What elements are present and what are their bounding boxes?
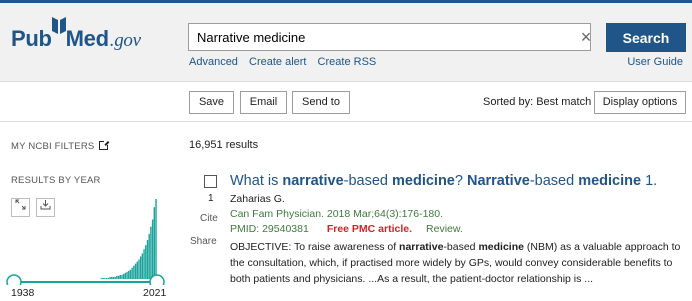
logo-pub-text: Pub (11, 26, 52, 51)
histogram-bar (124, 272, 127, 279)
result-journal: Can Fam Physician. 2018 Mar;64(3):176-18… (230, 208, 444, 220)
email-button[interactable]: Email (240, 91, 287, 114)
snippet-text: OBJECTIVE: To raise awareness of (230, 241, 400, 253)
histogram-bar (138, 259, 140, 279)
logo-med-text: Med (65, 26, 109, 51)
my-ncbi-filters[interactable]: MY NCBI FILTERS (11, 140, 110, 152)
result-snippet: OBJECTIVE: To raise awareness of narrati… (230, 239, 686, 287)
sort-label[interactable]: Sorted by: Best match (483, 96, 591, 108)
result-number: 1 (208, 193, 214, 204)
histogram-bar (131, 267, 133, 279)
histogram-bar (155, 199, 157, 279)
result-authors: Zaharias G. (230, 193, 285, 205)
send-to-button[interactable]: Send to (292, 91, 350, 114)
external-link-icon (99, 140, 110, 150)
histogram-bar (109, 276, 111, 279)
histogram-bar (111, 276, 113, 279)
results-by-year-heading: RESULTS BY YEAR (11, 175, 101, 186)
histogram-bar (148, 233, 150, 279)
histogram-bar (119, 274, 121, 279)
histogram-bar (141, 253, 144, 279)
results-count: 16,951 results (189, 139, 259, 151)
pubmed-logo[interactable]: Pub Med.gov (11, 17, 141, 52)
result-title-link[interactable]: What is narrative-based medicine? Narrat… (230, 173, 657, 189)
header-bar: Pub Med.gov × Search Advanced Create aler… (0, 0, 692, 82)
histogram-bar (114, 276, 116, 279)
histogram-bar (107, 277, 110, 279)
cite-button[interactable]: Cite (200, 213, 218, 224)
title-text: 1. (641, 173, 658, 189)
histogram-bar (104, 277, 106, 279)
title-highlight: medicine (578, 173, 642, 189)
histogram-bar (129, 269, 132, 279)
advanced-link[interactable]: Advanced (189, 56, 238, 68)
user-guide-link[interactable]: User Guide (627, 56, 683, 68)
histogram-bar (102, 277, 104, 279)
my-ncbi-filters-label: MY NCBI FILTERS (11, 141, 95, 152)
year-start-label: 1938 (11, 287, 35, 299)
search-sublinks: Advanced Create alert Create RSS (189, 56, 384, 68)
save-button[interactable]: Save (189, 91, 234, 114)
histogram-bar (139, 256, 142, 279)
title-highlight: narrative (282, 173, 344, 189)
histogram-bar (128, 270, 130, 279)
result-type: Review. (426, 223, 463, 235)
logo-book-icon (51, 17, 66, 46)
snippet-text: -based (443, 241, 479, 253)
snippet-highlight: medicine (478, 241, 524, 253)
histogram-bar (145, 245, 147, 279)
year-end-handle[interactable] (149, 274, 165, 285)
create-alert-link[interactable]: Create alert (249, 56, 306, 68)
free-pmc-badge: Free PMC article. (326, 223, 413, 235)
title-highlight: medicine (392, 173, 455, 189)
histogram-bar (150, 226, 152, 279)
result-ids: PMID: 29540381 Free PMC article. Review. (230, 223, 463, 235)
share-button[interactable]: Share (190, 236, 217, 247)
snippet-highlight: narrative (399, 241, 444, 253)
title-text: What is (230, 173, 283, 189)
histogram-bar (126, 271, 128, 279)
year-end-label: 2021 (143, 287, 167, 299)
histogram-bar (136, 261, 138, 279)
histogram-bar (146, 240, 149, 279)
histogram-bar (122, 273, 125, 279)
title-highlight: Narrative (466, 173, 530, 189)
histogram-bar (133, 265, 135, 279)
histogram-bar (112, 276, 115, 279)
histogram-bar (143, 249, 145, 279)
clear-search-icon[interactable]: × (575, 27, 597, 47)
title-text: ? (454, 173, 467, 189)
logo-gov-text: .gov (109, 30, 141, 51)
title-text: -based (529, 173, 579, 189)
histogram-bar (117, 275, 120, 279)
create-rss-link[interactable]: Create RSS (318, 56, 377, 68)
year-start-handle[interactable] (6, 274, 22, 285)
title-text: -based (343, 173, 393, 189)
header-accent-line (0, 0, 692, 3)
histogram-bar (105, 277, 108, 279)
histogram-bar (116, 275, 118, 279)
year-histogram[interactable] (0, 195, 170, 285)
display-options-button[interactable]: Display options (594, 91, 686, 114)
histogram-bar (121, 274, 123, 279)
histogram-bar (153, 207, 155, 279)
result-checkbox[interactable] (204, 175, 217, 188)
histogram-bar (134, 263, 137, 279)
result-pmid: PMID: 29540381 (230, 223, 309, 235)
action-bar: Save Email Send to Sorted by: Best match… (0, 82, 692, 122)
histogram-bar (100, 277, 103, 279)
search-button[interactable]: Search (606, 23, 686, 52)
histogram-bar (151, 219, 154, 279)
search-input[interactable] (188, 23, 591, 51)
